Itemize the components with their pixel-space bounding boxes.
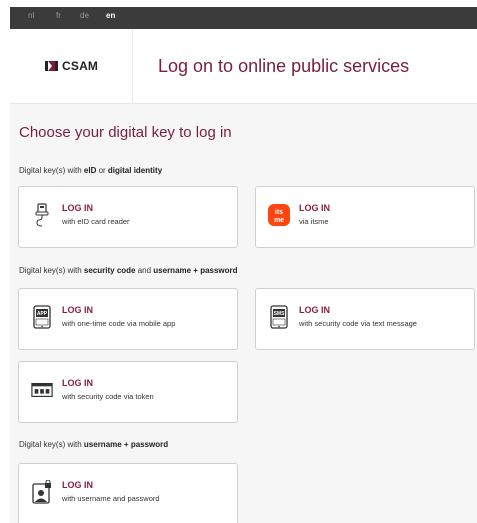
login-sms-subtitle: with security code via text message [299,319,417,328]
login-itsme-card[interactable]: its me LOG IN via itsme [255,186,475,248]
app-icon-text: APP [37,311,48,317]
login-itsme-title: LOG IN [299,203,330,213]
login-userpass-title: LOG IN [62,480,93,490]
login-token-card[interactable]: LOG IN with security code via token [18,361,238,423]
section-userpass-label: Digital key(s) with username + password [19,440,169,449]
login-sms-title: LOG IN [299,305,330,315]
user-lock-icon [31,479,53,505]
itsme-icon: its me [268,202,290,228]
sms-icon: SMS [268,304,290,330]
lang-nl[interactable]: nl [28,11,34,20]
login-token-title: LOG IN [62,378,93,388]
page-title: Log on to online public services [158,56,410,76]
lang-en[interactable]: en [106,11,115,20]
login-eid-title: LOG IN [62,203,93,213]
token-icon [31,377,53,403]
sms-icon-text: SMS [274,311,286,317]
login-eid-subtitle: with eID card reader [62,217,130,226]
logo-text: CSAM [62,59,99,73]
language-bar: nl fr de en [10,7,477,29]
login-app-subtitle: with one-time code via mobile app [62,319,176,328]
itsme-icon-text-1: its [275,209,283,216]
logo-area: CSAM [10,29,133,104]
login-app-card[interactable]: APP LOG IN with one-time code via mobile… [18,288,238,350]
lang-de[interactable]: de [80,11,89,20]
lang-fr[interactable]: fr [56,11,61,20]
login-sms-card[interactable]: SMS LOG IN with security code via text m… [255,288,475,350]
login-userpass-subtitle: with username and password [62,494,160,503]
login-token-subtitle: with security code via token [62,392,154,401]
login-userpass-card[interactable]: LOG IN with username and password [18,463,238,523]
login-eid-card[interactable]: LOG IN with eID card reader [18,186,238,248]
main-content: Choose your digital key to log in Digita… [10,104,477,523]
mobile-app-icon: APP [31,304,53,330]
csam-logo[interactable]: CSAM [44,59,98,73]
card-reader-icon [31,202,53,228]
header: CSAM Log on to online public services [10,29,477,104]
login-itsme-subtitle: via itsme [299,217,329,226]
section-security-code-label: Digital key(s) with security code and us… [19,266,238,275]
section-eid-label: Digital key(s) with eID or digital ident… [19,166,163,175]
csam-logo-icon [45,61,58,71]
main-heading: Choose your digital key to log in [19,124,232,141]
itsme-icon-text-2: me [274,217,284,224]
login-app-title: LOG IN [62,305,93,315]
